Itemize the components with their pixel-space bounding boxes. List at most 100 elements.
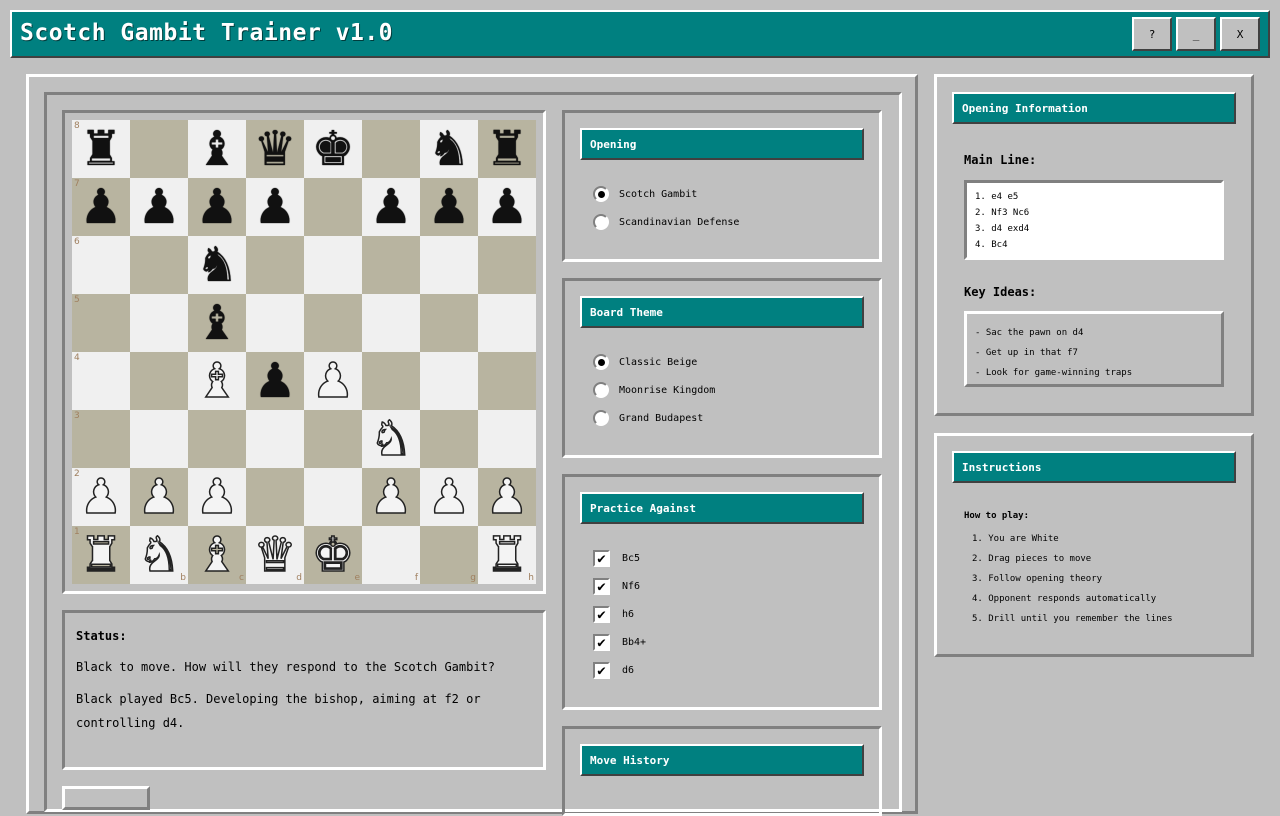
black-pawn-icon[interactable]: ♟: [253, 357, 296, 405]
theme-option[interactable]: Grand Budapest: [593, 410, 703, 426]
white-pawn-icon[interactable]: ♟: [195, 472, 240, 522]
square-f8[interactable]: [362, 120, 420, 178]
square-d8[interactable]: ♛: [246, 120, 304, 178]
square-c2[interactable]: ♟: [188, 468, 246, 526]
square-h4[interactable]: [478, 352, 536, 410]
square-a3[interactable]: 3: [72, 410, 130, 468]
black-pawn-icon[interactable]: ♟: [485, 183, 528, 231]
radio-button[interactable]: [593, 410, 609, 426]
black-pawn-icon[interactable]: ♟: [195, 183, 238, 231]
square-c1[interactable]: c ♝: [188, 526, 246, 584]
radio-button[interactable]: [593, 186, 609, 202]
practice-option[interactable]: ✔ Bb4+: [593, 634, 646, 651]
minimize-button[interactable]: _: [1176, 17, 1216, 51]
close-button[interactable]: X: [1220, 17, 1260, 51]
opening-option[interactable]: Scotch Gambit: [593, 186, 697, 202]
square-b8[interactable]: [130, 120, 188, 178]
checkbox[interactable]: ✔: [593, 634, 610, 651]
square-d6[interactable]: [246, 236, 304, 294]
square-g6[interactable]: [420, 236, 478, 294]
black-bishop-icon[interactable]: ♝: [195, 125, 238, 173]
square-f2[interactable]: ♟: [362, 468, 420, 526]
white-knight-icon[interactable]: ♞: [137, 530, 182, 580]
white-pawn-icon[interactable]: ♟: [79, 472, 124, 522]
black-knight-icon[interactable]: ♞: [195, 241, 238, 289]
square-c7[interactable]: ♟: [188, 178, 246, 236]
square-c8[interactable]: ♝: [188, 120, 246, 178]
square-b5[interactable]: [130, 294, 188, 352]
square-d7[interactable]: ♟: [246, 178, 304, 236]
square-a4[interactable]: 4: [72, 352, 130, 410]
radio-button[interactable]: [593, 214, 609, 230]
square-a2[interactable]: 2 ♟: [72, 468, 130, 526]
black-pawn-icon[interactable]: ♟: [427, 183, 470, 231]
black-rook-icon[interactable]: ♜: [79, 125, 122, 173]
practice-option[interactable]: ✔ d6: [593, 662, 634, 679]
white-bishop-icon[interactable]: ♝: [195, 356, 240, 406]
square-d3[interactable]: [246, 410, 304, 468]
square-h7[interactable]: ♟: [478, 178, 536, 236]
square-f1[interactable]: f: [362, 526, 420, 584]
square-b6[interactable]: [130, 236, 188, 294]
black-queen-icon[interactable]: ♛: [253, 125, 296, 173]
square-g8[interactable]: ♞: [420, 120, 478, 178]
square-g2[interactable]: ♟: [420, 468, 478, 526]
square-g5[interactable]: [420, 294, 478, 352]
square-b7[interactable]: ♟: [130, 178, 188, 236]
square-g4[interactable]: [420, 352, 478, 410]
black-bishop-icon[interactable]: ♝: [195, 299, 238, 347]
square-d5[interactable]: [246, 294, 304, 352]
checkbox[interactable]: ✔: [593, 578, 610, 595]
square-b3[interactable]: [130, 410, 188, 468]
white-queen-icon[interactable]: ♛: [253, 530, 298, 580]
square-f6[interactable]: [362, 236, 420, 294]
theme-option[interactable]: Classic Beige: [593, 354, 697, 370]
chess-board[interactable]: 8 ♜ ♝ ♛ ♚ ♞ ♜ 7 ♟ ♟ ♟ ♟ ♟ ♟ ♟ 6 ♞ 5 ♝ 4 ♝ ♟ ♟ 3 ♞ 2 ♟ ♟ ♟ ♟ ♟ ♟ 1 ♜ b ♞ c ♝ d ♛…: [72, 120, 536, 584]
square-b2[interactable]: ♟: [130, 468, 188, 526]
practice-option[interactable]: ✔ h6: [593, 606, 634, 623]
white-pawn-icon[interactable]: ♟: [427, 472, 472, 522]
square-h8[interactable]: ♜: [478, 120, 536, 178]
square-e3[interactable]: [304, 410, 362, 468]
practice-option[interactable]: ✔ Bc5: [593, 550, 640, 567]
square-d4[interactable]: ♟: [246, 352, 304, 410]
square-a1[interactable]: 1 ♜: [72, 526, 130, 584]
practice-option[interactable]: ✔ Nf6: [593, 578, 640, 595]
square-d1[interactable]: d ♛: [246, 526, 304, 584]
square-h2[interactable]: ♟: [478, 468, 536, 526]
black-pawn-icon[interactable]: ♟: [137, 183, 180, 231]
white-pawn-icon[interactable]: ♟: [311, 356, 356, 406]
square-h3[interactable]: [478, 410, 536, 468]
square-e1[interactable]: e ♚: [304, 526, 362, 584]
square-f4[interactable]: [362, 352, 420, 410]
square-b1[interactable]: b ♞: [130, 526, 188, 584]
help-button[interactable]: ?: [1132, 17, 1172, 51]
square-g3[interactable]: [420, 410, 478, 468]
square-a7[interactable]: 7 ♟: [72, 178, 130, 236]
white-pawn-icon[interactable]: ♟: [369, 472, 414, 522]
black-pawn-icon[interactable]: ♟: [79, 183, 122, 231]
square-c3[interactable]: [188, 410, 246, 468]
square-a6[interactable]: 6: [72, 236, 130, 294]
black-rook-icon[interactable]: ♜: [485, 125, 528, 173]
white-pawn-icon[interactable]: ♟: [485, 472, 530, 522]
square-g7[interactable]: ♟: [420, 178, 478, 236]
square-d2[interactable]: [246, 468, 304, 526]
square-g1[interactable]: g: [420, 526, 478, 584]
white-bishop-icon[interactable]: ♝: [195, 530, 240, 580]
black-king-icon[interactable]: ♚: [311, 125, 354, 173]
white-king-icon[interactable]: ♚: [311, 530, 356, 580]
opening-option[interactable]: Scandinavian Defense: [593, 214, 739, 230]
square-a5[interactable]: 5: [72, 294, 130, 352]
square-c5[interactable]: ♝: [188, 294, 246, 352]
radio-button[interactable]: [593, 354, 609, 370]
square-e4[interactable]: ♟: [304, 352, 362, 410]
white-rook-icon[interactable]: ♜: [79, 530, 124, 580]
square-h1[interactable]: h ♜: [478, 526, 536, 584]
square-f5[interactable]: [362, 294, 420, 352]
square-a8[interactable]: 8 ♜: [72, 120, 130, 178]
white-knight-icon[interactable]: ♞: [369, 414, 414, 464]
square-f7[interactable]: ♟: [362, 178, 420, 236]
white-pawn-icon[interactable]: ♟: [137, 472, 182, 522]
radio-button[interactable]: [593, 382, 609, 398]
